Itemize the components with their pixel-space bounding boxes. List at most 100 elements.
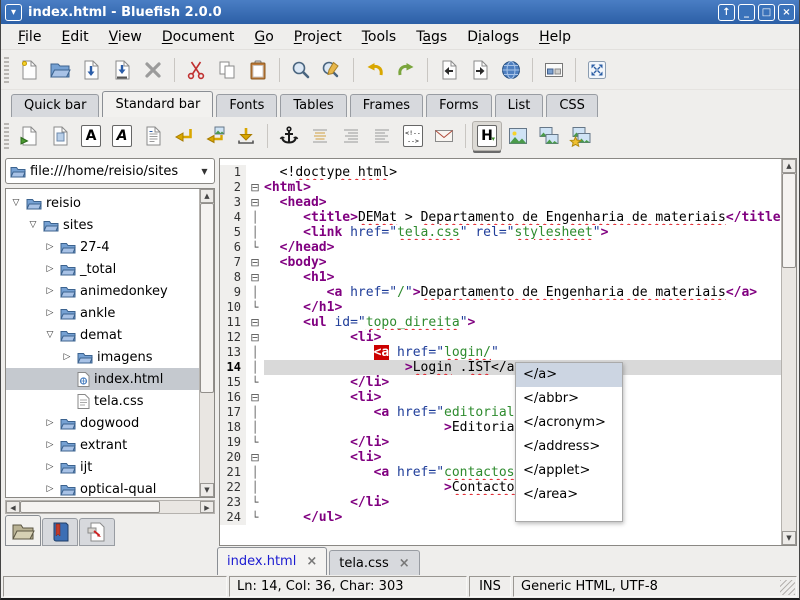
find-button[interactable] bbox=[286, 55, 316, 85]
previous-document-button[interactable] bbox=[434, 55, 464, 85]
chevron-down-icon[interactable]: ▼ bbox=[197, 167, 212, 176]
scrollbar-trough[interactable] bbox=[200, 203, 214, 483]
code-text[interactable]: <li> bbox=[264, 330, 781, 345]
sidebar-tab-snippets[interactable] bbox=[79, 518, 115, 546]
non-breaking-space-button[interactable] bbox=[231, 121, 261, 151]
scroll-right-icon[interactable]: ▶ bbox=[200, 501, 214, 513]
tree-item-sites[interactable]: ▽sites bbox=[6, 214, 199, 236]
resize-grip[interactable] bbox=[780, 580, 795, 595]
fold-toggle-icon[interactable]: ⊟ bbox=[246, 450, 264, 465]
menu-tags[interactable]: Tags bbox=[407, 27, 456, 47]
view-in-browser-button[interactable] bbox=[496, 55, 526, 85]
expand-arrow-icon[interactable]: ▷ bbox=[44, 418, 56, 428]
fold-toggle-icon[interactable]: ⊟ bbox=[246, 390, 264, 405]
tree-scrollbar[interactable]: ▲ ▼ bbox=[199, 189, 214, 497]
code-text[interactable]: </head> bbox=[264, 240, 781, 255]
code-text[interactable]: <html> bbox=[264, 180, 781, 195]
align-left-button[interactable] bbox=[367, 121, 397, 151]
code-text[interactable]: <body> bbox=[264, 255, 781, 270]
italic-button[interactable]: A bbox=[107, 121, 137, 151]
menu-go[interactable]: Go bbox=[245, 27, 282, 47]
tree-item-27-4[interactable]: ▷27-4 bbox=[6, 236, 199, 258]
redo-button[interactable] bbox=[391, 55, 421, 85]
code-text[interactable]: <h1> bbox=[264, 270, 781, 285]
menu-edit[interactable]: Edit bbox=[52, 27, 97, 47]
scroll-up-icon[interactable]: ▲ bbox=[782, 159, 796, 173]
toolbar-tab-css[interactable]: CSS bbox=[546, 94, 598, 117]
autocomplete-item[interactable]: </applet> bbox=[516, 459, 622, 483]
code-text[interactable]: </h1> bbox=[264, 300, 781, 315]
window-menu-button[interactable]: ▾ bbox=[5, 4, 22, 21]
tree-horizontal-scrollbar[interactable]: ◀ ▶ bbox=[5, 500, 215, 514]
tree-item-index-html[interactable]: index.html bbox=[6, 368, 199, 390]
toolbar-tab-standard-bar[interactable]: Standard bar bbox=[102, 91, 213, 117]
code-text[interactable]: <title>DEMat > Departamento de Engenhari… bbox=[264, 210, 781, 225]
break-clear-button[interactable] bbox=[200, 121, 230, 151]
fold-toggle-icon[interactable]: ⊟ bbox=[246, 180, 264, 195]
scrollbar-thumb[interactable] bbox=[200, 203, 214, 393]
editor-scrollbar[interactable]: ▲ ▼ bbox=[781, 159, 796, 545]
line-break-button[interactable] bbox=[169, 121, 199, 151]
toolbar-grip[interactable] bbox=[4, 123, 9, 149]
tree-item-extrant[interactable]: ▷extrant bbox=[6, 434, 199, 456]
autocomplete-item[interactable]: </acronym> bbox=[516, 411, 622, 435]
code-text[interactable]: <head> bbox=[264, 195, 781, 210]
bold-button[interactable]: A bbox=[76, 121, 106, 151]
collapse-arrow-icon[interactable]: ▽ bbox=[27, 220, 39, 230]
expand-arrow-icon[interactable]: ▷ bbox=[44, 242, 56, 252]
autocomplete-item[interactable]: </abbr> bbox=[516, 387, 622, 411]
tree-item-ijt[interactable]: ▷ijt bbox=[6, 456, 199, 478]
fold-toggle-icon[interactable]: ⊟ bbox=[246, 270, 264, 285]
insert-image-button[interactable] bbox=[503, 121, 533, 151]
menu-file[interactable]: File bbox=[9, 27, 50, 47]
code-text[interactable]: <!doctype html> bbox=[264, 165, 781, 180]
sidebar-tab-file-browser[interactable] bbox=[5, 515, 41, 546]
toolbar-tab-tables[interactable]: Tables bbox=[280, 94, 346, 117]
paste-button[interactable] bbox=[243, 55, 273, 85]
heading-button[interactable]: H▾ bbox=[472, 121, 502, 151]
undo-button[interactable] bbox=[360, 55, 390, 85]
thumbnail-button[interactable] bbox=[534, 121, 564, 151]
expand-arrow-icon[interactable]: ▷ bbox=[61, 352, 73, 362]
tree-item-reisio[interactable]: ▽reisio bbox=[6, 192, 199, 214]
expand-arrow-icon[interactable]: ▷ bbox=[44, 308, 56, 318]
cut-button[interactable] bbox=[181, 55, 211, 85]
scrollbar-thumb[interactable] bbox=[782, 173, 796, 268]
body-tag-button[interactable] bbox=[45, 121, 75, 151]
copy-button[interactable] bbox=[212, 55, 242, 85]
scroll-down-icon[interactable]: ▼ bbox=[200, 483, 214, 497]
tree-item--total[interactable]: ▷_total bbox=[6, 258, 199, 280]
anchor-button[interactable] bbox=[274, 121, 304, 151]
scrollbar-thumb[interactable] bbox=[20, 501, 160, 513]
toolbar-tab-forms[interactable]: Forms bbox=[426, 94, 492, 117]
scrollbar-trough[interactable] bbox=[20, 501, 200, 513]
tree-item-imagens[interactable]: ▷imagens bbox=[6, 346, 199, 368]
email-button[interactable] bbox=[429, 121, 459, 151]
close-button[interactable]: × bbox=[778, 4, 795, 21]
save-button[interactable] bbox=[76, 55, 106, 85]
close-document-button[interactable] bbox=[138, 55, 168, 85]
autocomplete-item[interactable]: </a> bbox=[516, 363, 622, 387]
paragraph-button[interactable] bbox=[138, 121, 168, 151]
tree-item-animedonkey[interactable]: ▷animedonkey bbox=[6, 280, 199, 302]
autocomplete-item[interactable]: </area> bbox=[516, 483, 622, 507]
tree-item-ankle[interactable]: ▷ankle bbox=[6, 302, 199, 324]
minimize-button[interactable]: _ bbox=[738, 4, 755, 21]
scroll-up-icon[interactable]: ▲ bbox=[200, 189, 214, 203]
close-tab-icon[interactable]: × bbox=[399, 557, 410, 570]
expand-arrow-icon[interactable]: ▷ bbox=[44, 286, 56, 296]
align-right-button[interactable] bbox=[336, 121, 366, 151]
scroll-left-icon[interactable]: ◀ bbox=[6, 501, 20, 513]
doc-tab-index-html[interactable]: index.html× bbox=[217, 547, 327, 575]
expand-arrow-icon[interactable]: ▷ bbox=[44, 440, 56, 450]
toolbar-tab-frames[interactable]: Frames bbox=[350, 94, 423, 117]
fullscreen-button[interactable] bbox=[582, 55, 612, 85]
menu-help[interactable]: Help bbox=[530, 27, 580, 47]
expand-arrow-icon[interactable]: ▷ bbox=[44, 484, 56, 494]
filebrowser-path-dropdown[interactable]: file:///home/reisio/sites ▼ bbox=[5, 158, 215, 184]
code-text[interactable]: <link href="tela.css" rel="stylesheet"> bbox=[264, 225, 781, 240]
close-tab-icon[interactable]: × bbox=[306, 555, 317, 568]
collapse-arrow-icon[interactable]: ▽ bbox=[10, 198, 22, 208]
fold-toggle-icon[interactable]: ⊟ bbox=[246, 255, 264, 270]
open-document-button[interactable] bbox=[45, 55, 75, 85]
